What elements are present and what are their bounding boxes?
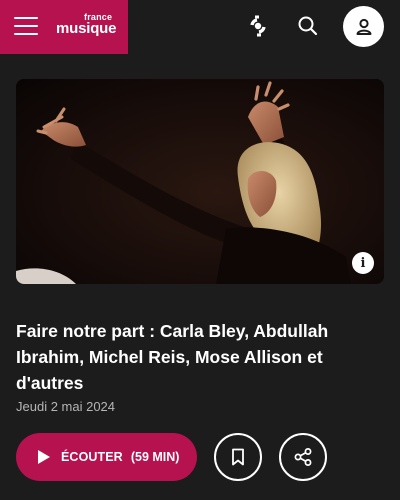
episode-hero-image: i xyxy=(16,79,384,284)
episode-title: Faire notre part : Carla Bley, Abdullah … xyxy=(16,321,329,393)
account-button[interactable] xyxy=(343,6,384,47)
bookmark-button[interactable] xyxy=(214,433,262,481)
top-header: france musique xyxy=(0,0,400,54)
bookmark-icon xyxy=(232,448,244,466)
search-icon xyxy=(298,16,318,36)
radio-live-button[interactable] xyxy=(245,13,271,39)
menu-icon-line xyxy=(14,17,38,19)
menu-button[interactable] xyxy=(12,14,40,38)
share-button[interactable] xyxy=(279,433,327,481)
listen-duration: (59 MIN) xyxy=(130,450,180,464)
app-screen: france musique i Faire notre part: Carl… xyxy=(0,0,400,500)
menu-icon-line xyxy=(14,33,38,35)
logo-main-text: musique xyxy=(56,20,117,37)
listen-button[interactable]: ÉCOUTER (59 MIN) xyxy=(16,433,197,481)
menu-icon-line xyxy=(14,25,38,27)
account-icon xyxy=(356,18,371,35)
share-icon xyxy=(294,448,312,466)
image-info-button[interactable]: i xyxy=(352,252,374,274)
play-icon xyxy=(38,450,50,464)
conductor-photo xyxy=(16,79,384,284)
episode-date: Jeudi 2 mai 2024 xyxy=(16,399,116,414)
brand-block: france musique xyxy=(0,0,128,54)
radio-live-icon xyxy=(250,15,266,37)
listen-label: ÉCOUTER xyxy=(61,450,123,464)
info-icon: i xyxy=(360,255,366,271)
search-button[interactable] xyxy=(295,13,321,39)
france-musique-logo[interactable]: france musique xyxy=(56,13,117,37)
